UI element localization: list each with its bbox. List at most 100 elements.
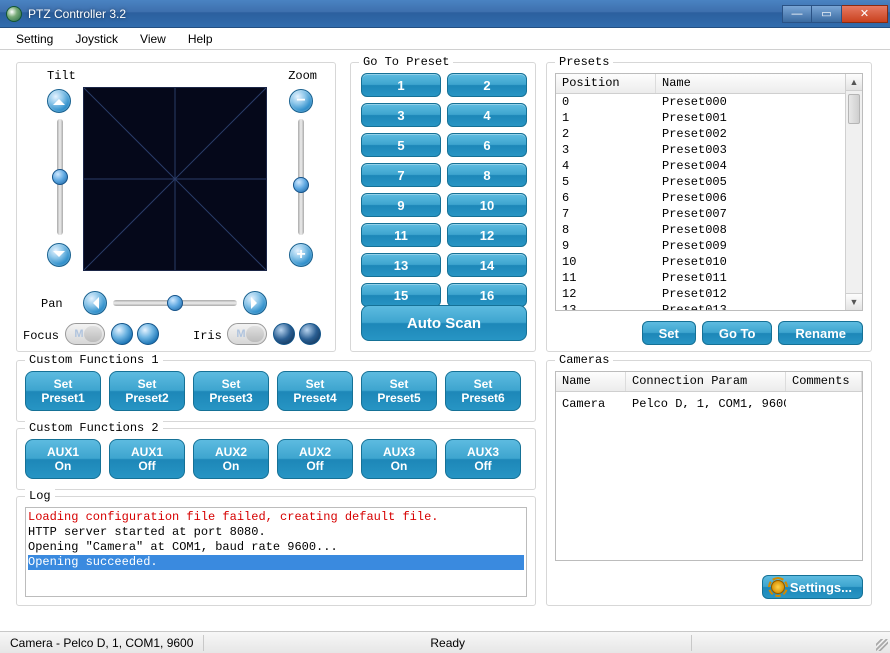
pan-label: Pan <box>41 297 63 311</box>
menu-help[interactable]: Help <box>178 30 223 48</box>
goto-preset-9[interactable]: 9 <box>361 193 441 217</box>
iris-open-button[interactable] <box>273 323 295 345</box>
maximize-button[interactable]: ▭ <box>812 5 842 23</box>
cf2-button-4[interactable]: AUX2 Off <box>277 439 353 479</box>
preset-row[interactable]: 12Preset012 <box>556 286 862 302</box>
cf2-button-6[interactable]: AUX3 Off <box>445 439 521 479</box>
goto-preset-4[interactable]: 4 <box>447 103 527 127</box>
tilt-label: Tilt <box>47 69 76 83</box>
zoom-in-button[interactable] <box>289 243 313 267</box>
cf2-button-1[interactable]: AUX1 On <box>25 439 101 479</box>
cf2-button-2[interactable]: AUX1 Off <box>109 439 185 479</box>
status-left: Camera - Pelco D, 1, COM1, 9600 <box>0 636 203 650</box>
auto-scan-button[interactable]: Auto Scan <box>361 305 527 341</box>
preset-goto-button[interactable]: Go To <box>702 321 773 345</box>
tilt-down-button[interactable] <box>47 243 71 267</box>
cf1-button-6[interactable]: Set Preset6 <box>445 371 521 411</box>
goto-preset-13[interactable]: 13 <box>361 253 441 277</box>
menu-setting[interactable]: Setting <box>6 30 63 48</box>
cameras-col-conn[interactable]: Connection Param <box>626 372 786 391</box>
camera-row[interactable]: CameraPelco D, 1, COM1, 9600 <box>556 392 862 408</box>
window-title: PTZ Controller 3.2 <box>28 7 782 21</box>
preset-row[interactable]: 7Preset007 <box>556 206 862 222</box>
presets-scrollbar[interactable]: ▲ ▼ <box>845 74 862 310</box>
preset-row[interactable]: 5Preset005 <box>556 174 862 190</box>
zoom-slider-knob[interactable] <box>293 177 309 193</box>
preset-set-button[interactable]: Set <box>642 321 696 345</box>
resize-grip[interactable] <box>872 635 890 653</box>
preset-row[interactable]: 6Preset006 <box>556 190 862 206</box>
goto-preset-11[interactable]: 11 <box>361 223 441 247</box>
goto-preset-10[interactable]: 10 <box>447 193 527 217</box>
cf2-button-5[interactable]: AUX3 On <box>361 439 437 479</box>
goto-preset-8[interactable]: 8 <box>447 163 527 187</box>
tilt-up-button[interactable] <box>47 89 71 113</box>
cameras-col-name[interactable]: Name <box>556 372 626 391</box>
menu-joystick[interactable]: Joystick <box>65 30 128 48</box>
focus-near-button[interactable] <box>111 323 133 345</box>
goto-preset-14[interactable]: 14 <box>447 253 527 277</box>
presets-col-position[interactable]: Position <box>556 74 656 93</box>
pan-slider-knob[interactable] <box>167 295 183 311</box>
scroll-thumb[interactable] <box>848 94 860 124</box>
cameras-table[interactable]: Name Connection Param Comments CameraPel… <box>555 371 863 561</box>
cf1-button-5[interactable]: Set Preset5 <box>361 371 437 411</box>
goto-preset-3[interactable]: 3 <box>361 103 441 127</box>
log-label: Log <box>25 489 55 503</box>
cf1-button-1[interactable]: Set Preset1 <box>25 371 101 411</box>
presets-label: Presets <box>555 55 613 69</box>
close-button[interactable]: ✕ <box>842 5 888 23</box>
app-icon <box>6 6 22 22</box>
cf1-button-4[interactable]: Set Preset4 <box>277 371 353 411</box>
presets-table[interactable]: Position Name 0Preset0001Preset0012Prese… <box>555 73 863 311</box>
custom-functions-2: Custom Functions 2 AUX1 OnAUX1 OffAUX2 O… <box>16 428 536 490</box>
preset-row[interactable]: 0Preset000 <box>556 94 862 110</box>
goto-preset-2[interactable]: 2 <box>447 73 527 97</box>
preset-row[interactable]: 10Preset010 <box>556 254 862 270</box>
log-textarea[interactable]: Loading configuration file failed, creat… <box>25 507 527 597</box>
focus-far-button[interactable] <box>137 323 159 345</box>
zoom-out-button[interactable] <box>289 89 313 113</box>
pan-right-button[interactable] <box>243 291 267 315</box>
tilt-slider-knob[interactable] <box>52 169 68 185</box>
goto-preset-16[interactable]: 16 <box>447 283 527 307</box>
custom-functions-1: Custom Functions 1 Set Preset1Set Preset… <box>16 360 536 422</box>
preset-row[interactable]: 8Preset008 <box>556 222 862 238</box>
scroll-down-button[interactable]: ▼ <box>846 293 862 310</box>
minimize-button[interactable]: — <box>782 5 812 23</box>
preset-row[interactable]: 2Preset002 <box>556 126 862 142</box>
preset-row[interactable]: 4Preset004 <box>556 158 862 174</box>
goto-preset-6[interactable]: 6 <box>447 133 527 157</box>
titlebar: PTZ Controller 3.2 — ▭ ✕ <box>0 0 890 28</box>
status-bar: Camera - Pelco D, 1, COM1, 9600 Ready <box>0 631 890 653</box>
goto-preset-5[interactable]: 5 <box>361 133 441 157</box>
focus-label: Focus <box>23 329 59 343</box>
goto-preset-15[interactable]: 15 <box>361 283 441 307</box>
joystick-view[interactable] <box>83 87 267 271</box>
gear-icon <box>771 580 785 594</box>
cf1-label: Custom Functions 1 <box>25 353 163 367</box>
settings-button-label: Settings... <box>790 580 852 595</box>
cameras-col-comm[interactable]: Comments <box>786 372 862 391</box>
preset-row[interactable]: 1Preset001 <box>556 110 862 126</box>
iris-mode-toggle[interactable]: M <box>227 323 267 345</box>
cf1-button-3[interactable]: Set Preset3 <box>193 371 269 411</box>
preset-row[interactable]: 11Preset011 <box>556 270 862 286</box>
cf2-button-3[interactable]: AUX2 On <box>193 439 269 479</box>
cf1-button-2[interactable]: Set Preset2 <box>109 371 185 411</box>
pan-left-button[interactable] <box>83 291 107 315</box>
cameras-settings-button[interactable]: Settings... <box>762 575 863 599</box>
preset-row[interactable]: 13Preset013 <box>556 302 862 310</box>
preset-row[interactable]: 9Preset009 <box>556 238 862 254</box>
preset-rename-button[interactable]: Rename <box>778 321 863 345</box>
goto-preset-7[interactable]: 7 <box>361 163 441 187</box>
preset-row[interactable]: 3Preset003 <box>556 142 862 158</box>
goto-preset-panel: Go To Preset 12345678910111213141516 Aut… <box>350 62 536 352</box>
presets-col-name[interactable]: Name <box>656 74 862 93</box>
goto-preset-12[interactable]: 12 <box>447 223 527 247</box>
scroll-up-button[interactable]: ▲ <box>846 74 862 91</box>
focus-mode-toggle[interactable]: M <box>65 323 105 345</box>
goto-preset-1[interactable]: 1 <box>361 73 441 97</box>
menu-view[interactable]: View <box>130 30 176 48</box>
iris-close-button[interactable] <box>299 323 321 345</box>
